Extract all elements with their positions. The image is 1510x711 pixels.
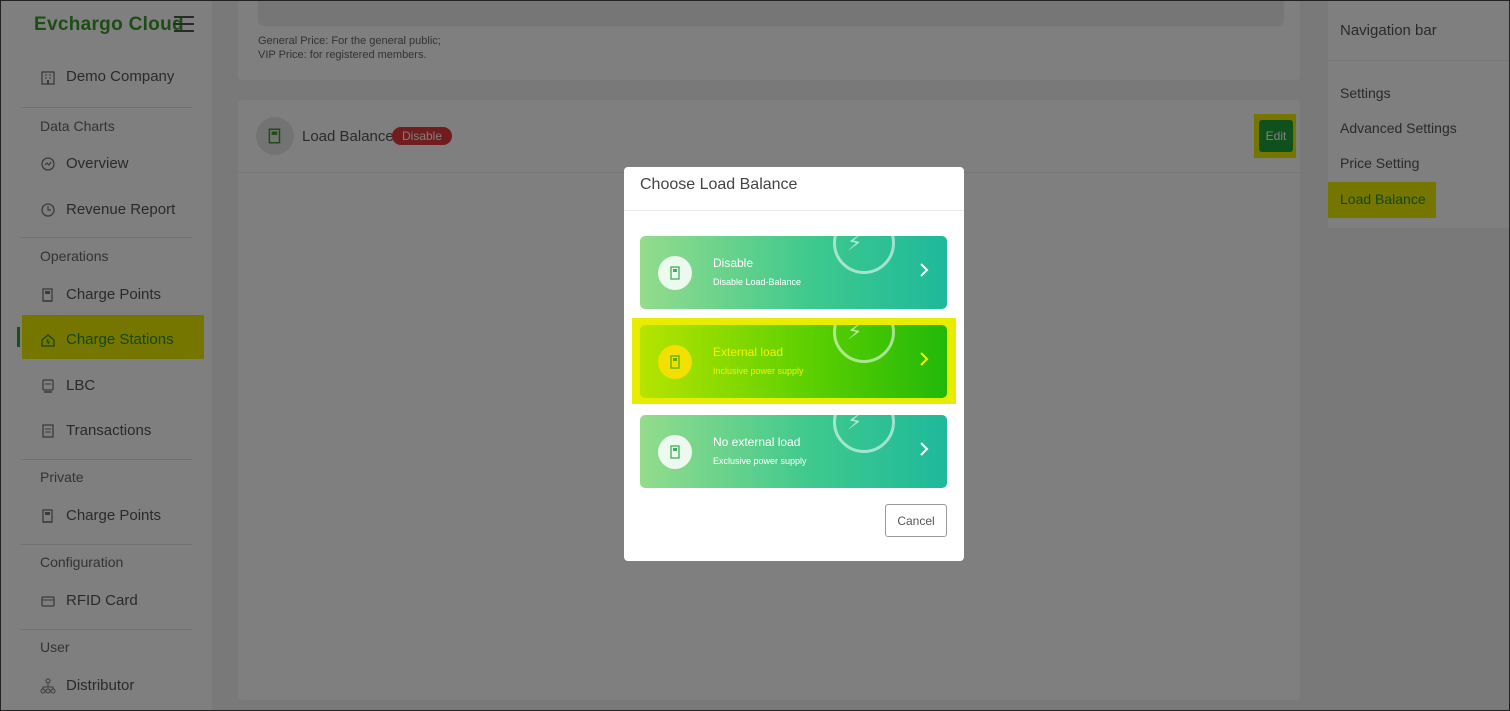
bolt-icon: ⚡ [847, 415, 863, 434]
chevron-right-icon [920, 352, 929, 366]
charger-icon [658, 256, 692, 290]
load-balance-modal: Choose Load Balance ⚡ Disable Disable Lo… [624, 167, 964, 561]
charger-icon [658, 435, 692, 469]
option-subtitle: Inclusive power supply [713, 366, 804, 376]
bolt-icon: ⚡ [847, 236, 863, 255]
option-external-load[interactable]: ⚡ External load Inclusive power supply [640, 325, 947, 398]
cancel-button[interactable]: Cancel [885, 504, 947, 537]
option-title: External load [713, 345, 784, 359]
option-no-external-load[interactable]: ⚡ No external load Exclusive power suppl… [640, 415, 947, 488]
bolt-icon: ⚡ [847, 325, 863, 344]
charger-icon [658, 345, 692, 379]
option-title: No external load [713, 435, 801, 449]
chevron-right-icon [920, 263, 929, 277]
option-subtitle: Disable Load-Balance [713, 277, 802, 287]
ring-decoration [833, 415, 895, 453]
modal-title: Choose Load Balance [640, 176, 798, 193]
option-subtitle: Exclusive power supply [713, 456, 807, 466]
option-disable[interactable]: ⚡ Disable Disable Load-Balance [640, 236, 947, 309]
divider [624, 210, 964, 211]
chevron-right-icon [920, 442, 929, 456]
ring-decoration [833, 236, 895, 274]
option-title: Disable [713, 256, 754, 270]
ring-decoration [833, 325, 895, 363]
